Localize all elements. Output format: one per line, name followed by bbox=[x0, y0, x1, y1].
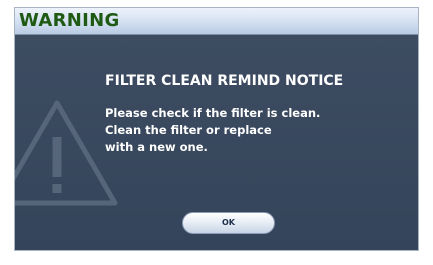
warning-dialog: WARNING FILTER CLEAN REMIND NOTICE Pleas… bbox=[14, 7, 419, 251]
title-bar: WARNING bbox=[15, 8, 418, 35]
notice-heading: FILTER CLEAN REMIND NOTICE bbox=[105, 73, 344, 89]
dialog-title: WARNING bbox=[19, 10, 120, 31]
message-line: Please check if the filter is clean. bbox=[105, 106, 321, 120]
ok-button[interactable]: OK bbox=[182, 212, 275, 234]
message-line: Clean the filter or replace bbox=[105, 123, 272, 137]
notice-message: Please check if the filter is clean. Cle… bbox=[105, 105, 320, 156]
message-line: with a new one. bbox=[105, 140, 208, 154]
warning-triangle-icon bbox=[15, 100, 118, 206]
